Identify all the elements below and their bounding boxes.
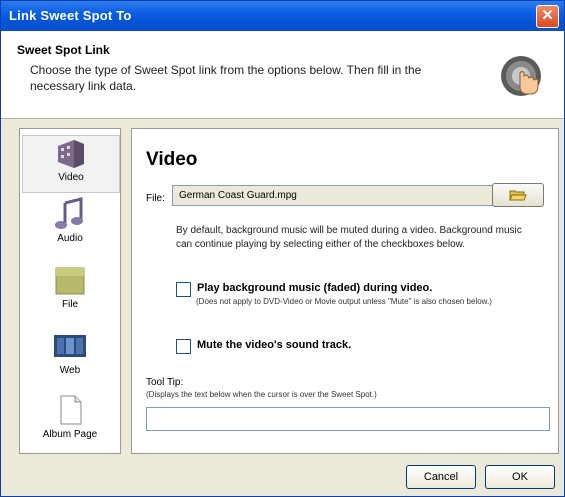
sidebar-item-audio[interactable]: Audio (22, 197, 118, 255)
folder-icon (55, 267, 85, 295)
file-path-field[interactable]: German Coast Guard.mpg (172, 185, 494, 206)
tooltip-description: (Displays the text below when the cursor… (146, 390, 377, 399)
sidebar-item-video[interactable]: Video (22, 135, 120, 193)
hand-pointer-icon (501, 56, 541, 96)
cancel-button[interactable]: Cancel (406, 465, 476, 489)
file-label: File: (146, 193, 165, 204)
sidebar-item-label: Video (58, 172, 84, 183)
mute-soundtrack-label: Mute the video's sound track. (197, 339, 352, 351)
mute-soundtrack-row[interactable]: Mute the video's sound track. (176, 339, 351, 354)
header-title: Sweet Spot Link (17, 43, 110, 57)
page-icon (60, 395, 82, 425)
sidebar-item-label: File (61, 299, 79, 310)
panel-title: Video (146, 149, 198, 170)
dialog-window: Link Sweet Spot To ✕ Sweet Spot Link Cho… (0, 0, 565, 497)
window-title: Link Sweet Spot To (9, 8, 132, 23)
video-icon (58, 140, 84, 168)
music-note-icon (55, 197, 83, 229)
browse-file-button[interactable] (492, 183, 544, 207)
sidebar-item-file[interactable]: File (22, 263, 118, 321)
open-folder-icon (509, 190, 527, 201)
close-icon: ✕ (541, 7, 554, 24)
sidebar-item-label: Audio (57, 233, 83, 244)
tooltip-input[interactable] (146, 407, 550, 431)
title-bar[interactable]: Link Sweet Spot To ✕ (1, 1, 564, 31)
header-description: Choose the type of Sweet Spot link from … (30, 63, 422, 93)
sidebar-item-web[interactable]: Web (22, 329, 118, 387)
ok-button[interactable]: OK (485, 465, 555, 489)
sidebar-item-album-page[interactable]: Album Page (22, 393, 118, 449)
play-background-music-checkbox[interactable] (176, 282, 191, 297)
mute-soundtrack-checkbox[interactable] (176, 339, 191, 354)
tooltip-label: Tool Tip: (146, 377, 184, 388)
sidebar-item-label: Album Page (42, 429, 98, 440)
close-button[interactable]: ✕ (536, 5, 559, 28)
video-settings-panel: Video File: German Coast Guard.mpg By de… (131, 128, 559, 454)
sidebar-item-label: Web (59, 365, 81, 376)
background-music-info: By default, background music will be mut… (176, 225, 522, 250)
dialog-header: Sweet Spot Link Choose the type of Sweet… (1, 31, 564, 119)
web-icon (54, 335, 86, 357)
play-background-music-note: (Does not apply to DVD-Video or Movie ou… (196, 297, 492, 306)
play-background-music-row[interactable]: Play background music (faded) during vid… (176, 282, 432, 297)
play-background-music-label: Play background music (faded) during vid… (197, 282, 433, 294)
link-type-sidebar: Video Audio File Web Album Page (19, 128, 121, 454)
